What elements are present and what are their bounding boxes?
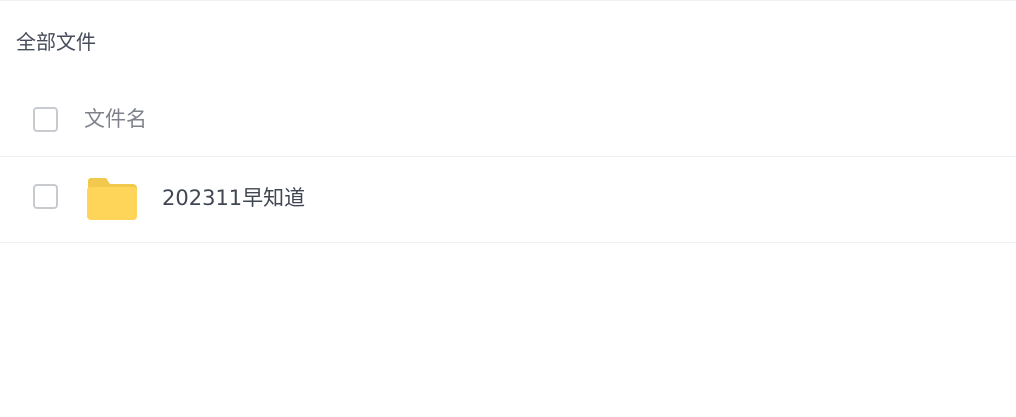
folder-icon[interactable]: [85, 177, 139, 221]
select-all-checkbox[interactable]: [33, 107, 58, 132]
column-header-filename[interactable]: 文件名: [84, 104, 147, 134]
table-row[interactable]: 202311早知道: [0, 157, 1016, 243]
breadcrumb-all-files[interactable]: 全部文件: [16, 28, 96, 56]
top-divider: [0, 0, 1016, 1]
file-browser: 全部文件 文件名 202311早知道: [0, 0, 1016, 417]
folder-name[interactable]: 202311早知道: [162, 183, 305, 213]
row-checkbox[interactable]: [33, 184, 58, 209]
table-header: 文件名: [0, 80, 1016, 157]
